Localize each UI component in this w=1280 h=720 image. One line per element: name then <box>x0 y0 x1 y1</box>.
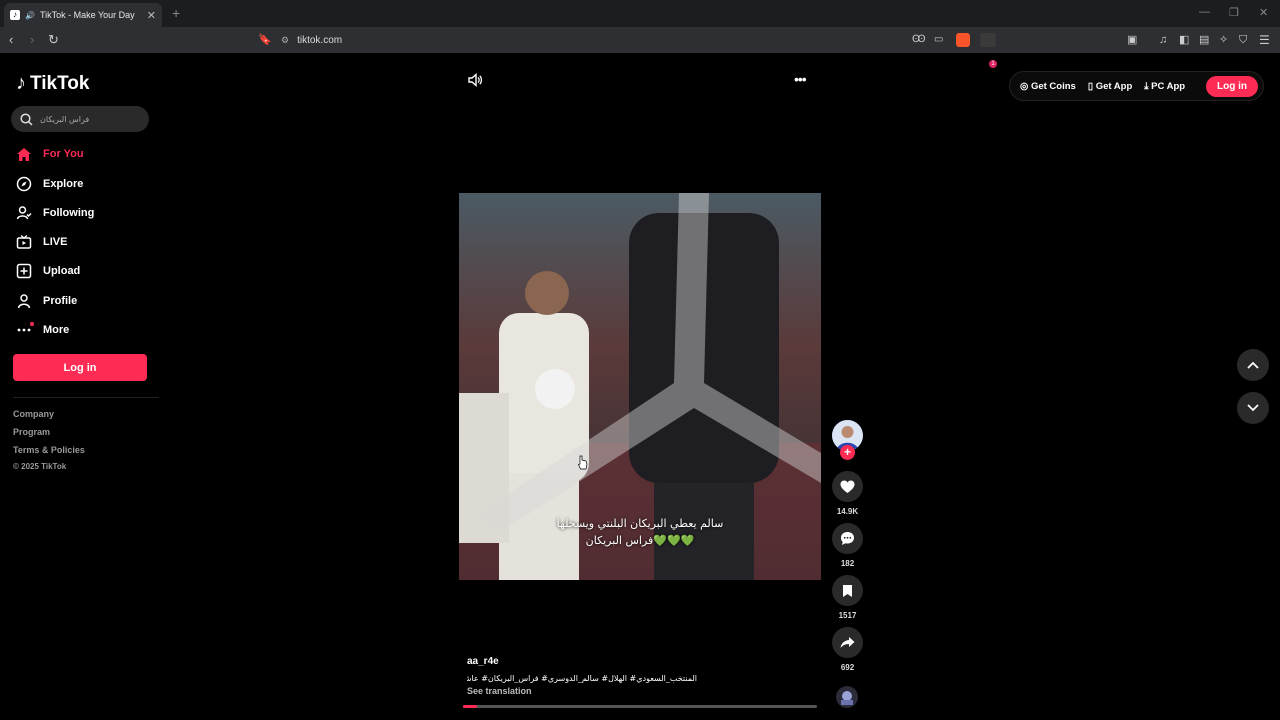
video-caption-line-1: سالم يعطي البريكان البلنتي ويسجلها <box>556 517 724 530</box>
get-coins-link[interactable]: ◎ Get Coins <box>1020 81 1076 92</box>
volume-icon[interactable] <box>467 72 483 93</box>
music-icon[interactable]: ♫ <box>1159 32 1167 48</box>
browser-tab-bar: ♪ 🔊 TikTok - Make Your Day ✕ + — ❐ ✕ <box>0 0 1280 27</box>
leo-ai-icon[interactable]: ✧ <box>1219 32 1228 48</box>
window-close-icon[interactable]: ✕ <box>1259 6 1268 19</box>
back-icon[interactable]: ‹ <box>9 32 13 48</box>
footer-terms-link[interactable]: Terms & Policies <box>13 445 85 455</box>
sidebar-divider <box>13 397 159 398</box>
video-player[interactable]: سالم يعطي البريكان البلنتي ويسجلها فراس … <box>459 193 821 580</box>
wallet-icon[interactable]: ▤ <box>1199 32 1209 48</box>
share-button[interactable] <box>832 627 863 658</box>
nav-label: Explore <box>43 178 84 190</box>
vpn-shield-icon[interactable]: ⛉ <box>1239 32 1247 48</box>
next-video-button[interactable] <box>1237 392 1269 424</box>
nav-label: For You <box>43 148 84 160</box>
nav-upload[interactable]: Upload <box>16 263 80 279</box>
like-count: 14.9K <box>836 507 859 516</box>
get-coins-label: Get Coins <box>1030 80 1076 92</box>
bookmark-button[interactable] <box>832 575 863 606</box>
see-translation-link[interactable]: See translation <box>467 686 532 696</box>
tab-title: TikTok - Make Your Day <box>39 10 135 20</box>
comment-button[interactable] <box>832 523 863 554</box>
reload-icon[interactable]: ↻ <box>48 32 59 48</box>
nav-label: Following <box>43 207 95 219</box>
video-caption-line-2: فراس البريكان💚💚💚 <box>585 534 695 547</box>
bookmark-icon[interactable]: 🔖 <box>258 32 272 48</box>
address-bar[interactable]: ⚙ tiktok.com <box>281 30 1001 50</box>
share-count: 692 <box>840 663 855 672</box>
home-icon <box>16 146 32 162</box>
bookmark-save-icon <box>843 584 852 597</box>
plus-square-icon <box>16 263 32 279</box>
tiktok-favicon-icon: ♪ <box>10 10 20 20</box>
nav-profile[interactable]: Profile <box>16 293 77 309</box>
previous-video-button[interactable] <box>1237 349 1269 381</box>
url-text: tiktok.com <box>297 34 343 46</box>
pc-app-link[interactable]: ⤓ PC App <box>1144 81 1185 92</box>
nav-label: LIVE <box>43 236 68 248</box>
footer-company-link[interactable]: Company <box>13 409 54 419</box>
search-input[interactable] <box>40 114 140 124</box>
browser-tab[interactable]: ♪ 🔊 TikTok - Make Your Day ✕ <box>4 3 162 27</box>
nav-following[interactable]: Following <box>16 205 94 221</box>
video-author[interactable]: aa_r4e <box>467 656 499 667</box>
speaker-icon: 🔊 <box>25 10 35 20</box>
phone-icon: ▯ <box>1087 80 1094 92</box>
video-progress-bar[interactable] <box>463 705 817 708</box>
search-box[interactable] <box>11 106 149 132</box>
follow-plus-button[interactable]: + <box>840 445 855 460</box>
more-options-icon[interactable]: ••• <box>794 71 807 87</box>
person-icon <box>16 293 32 309</box>
tiktok-note-icon: ♪ <box>16 72 26 94</box>
comment-icon <box>841 532 854 545</box>
minimize-icon[interactable]: — <box>1199 6 1210 18</box>
coin-icon: ◎ <box>1020 80 1029 92</box>
share-arrow-icon <box>840 637 855 648</box>
search-icon <box>20 112 33 126</box>
download-icon: ⤓ <box>1144 80 1149 92</box>
chevron-down-icon <box>1247 404 1259 412</box>
nav-label: More <box>43 324 70 336</box>
tiktok-logo[interactable]: ♪ TikTok <box>16 72 89 95</box>
restore-icon[interactable]: ❐ <box>1229 6 1239 19</box>
more-dots-icon <box>16 322 34 338</box>
site-info-icon[interactable]: ⚙ <box>281 35 289 46</box>
comment-count: 182 <box>840 559 855 568</box>
nav-label: Profile <box>43 295 78 307</box>
chevron-up-icon <box>1247 361 1259 369</box>
video-description: المنتخب_السعودي# الهلال# سالم_الدوسري# ف… <box>467 674 697 683</box>
new-tab-icon[interactable]: + <box>172 5 180 21</box>
notification-dot <box>30 322 34 326</box>
following-icon <box>16 205 32 221</box>
rewards-badge: 1 <box>989 60 997 68</box>
footer-program-link[interactable]: Program <box>13 427 50 437</box>
top-login-button[interactable]: Log in <box>1206 75 1258 97</box>
heart-icon <box>840 480 855 493</box>
like-button[interactable] <box>832 471 863 502</box>
close-tab-icon[interactable]: ✕ <box>147 9 156 22</box>
tab-search-icon[interactable]: ▣ <box>1127 32 1137 48</box>
get-app-link[interactable]: ▯ Get App <box>1088 81 1132 92</box>
save-count: 1517 <box>838 611 857 620</box>
nav-live[interactable]: LIVE <box>16 234 67 250</box>
sidebar-toggle-icon[interactable]: ◧ <box>1179 32 1189 48</box>
live-tv-icon <box>16 234 32 250</box>
nav-for-you[interactable]: For You <box>16 146 84 162</box>
sidebar-login-button[interactable]: Log in <box>13 354 147 381</box>
get-app-label: Get App <box>1095 80 1133 92</box>
top-right-actions: ◎ Get Coins ▯ Get App ⤓ PC App Log in <box>1009 71 1264 101</box>
nav-more[interactable]: More <box>16 322 69 338</box>
compass-icon <box>16 176 32 192</box>
pc-app-label: PC App <box>1151 80 1186 92</box>
nav-explore[interactable]: Explore <box>16 176 83 192</box>
forward-icon[interactable]: › <box>30 32 34 48</box>
copyright: © 2025 TikTok <box>13 462 67 471</box>
logo-text: TikTok <box>30 72 90 94</box>
video-progress-fill <box>463 705 478 708</box>
mouse-cursor-icon <box>578 455 588 470</box>
nav-label: Upload <box>43 265 81 277</box>
menu-icon[interactable]: ☰ <box>1259 32 1270 48</box>
music-disc-avatar[interactable] <box>836 686 858 708</box>
